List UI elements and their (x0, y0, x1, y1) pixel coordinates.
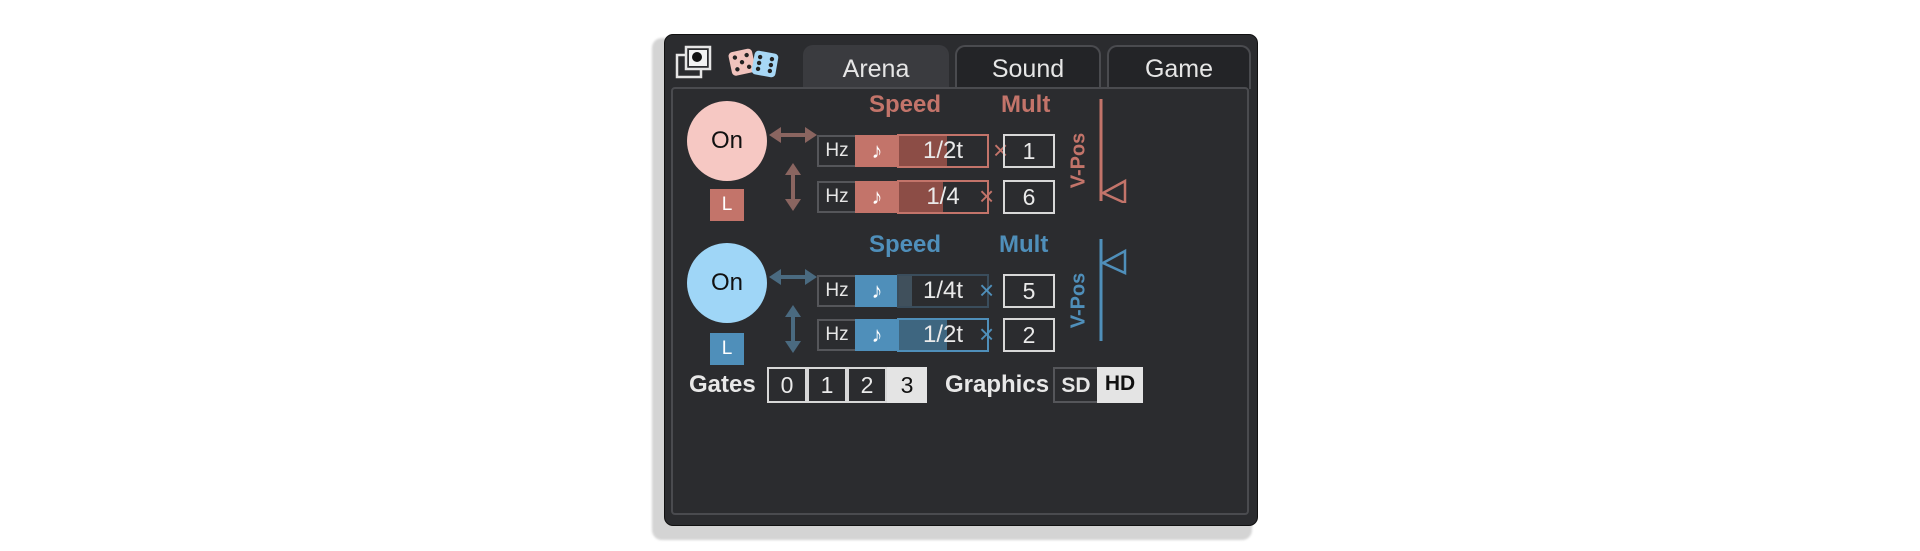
player2-vpos-slider[interactable] (1089, 237, 1129, 343)
player1-row1-rate-value: 1/2t (922, 137, 964, 164)
player1-row1-mult-field[interactable]: 1 (1003, 134, 1055, 168)
tab-bar: Arena Sound Game (665, 35, 1257, 91)
player1-vpos-slider[interactable] (1089, 97, 1129, 203)
player2-row2-hz-button[interactable]: Hz (817, 319, 857, 351)
player2-row1-rate-fill (899, 276, 913, 306)
player1-row2-times-icon: × (979, 181, 995, 211)
horizontal-arrow-icon (769, 269, 817, 285)
gate-0-button[interactable]: 0 (767, 367, 807, 403)
gates-label: Gates (689, 371, 756, 398)
horizontal-arrow-icon (769, 127, 817, 143)
player2-row2-rate-value: 1/2t (922, 321, 964, 348)
vertical-arrow-icon (785, 305, 801, 353)
tab-arena[interactable]: Arena (803, 45, 949, 89)
tab-game[interactable]: Game (1107, 45, 1251, 89)
gate-3-button[interactable]: 3 (887, 367, 927, 403)
tab-sound[interactable]: Sound (955, 45, 1101, 89)
player1-row2-mult-field[interactable]: 6 (1003, 180, 1055, 214)
player2-mult-header: Mult (999, 231, 1049, 258)
player2-row2-note-button[interactable]: ♪ (855, 319, 899, 351)
player1-row2-hz-button[interactable]: Hz (817, 181, 857, 213)
player1-row1-note-button[interactable]: ♪ (855, 135, 899, 167)
player2-row2-mult-field[interactable]: 2 (1003, 318, 1055, 352)
player1-vpos-label: V-Pos (1067, 132, 1090, 189)
player2-row2-rate[interactable]: 1/2t (897, 318, 989, 352)
gate-2-button[interactable]: 2 (847, 367, 887, 403)
graphics-label: Graphics (945, 371, 1050, 398)
player1-on-button[interactable]: On (687, 101, 767, 181)
player1-mult-header: Mult (1001, 91, 1051, 118)
player1-row1-hz-button[interactable]: Hz (817, 135, 857, 167)
player2-row1-hz-button[interactable]: Hz (817, 275, 857, 307)
player2-row1-times-icon: × (979, 275, 995, 305)
graphics-hd-button[interactable]: HD (1097, 367, 1143, 403)
gate-1-button[interactable]: 1 (807, 367, 847, 403)
window-overlap-icon[interactable] (675, 45, 713, 81)
player1-l-button[interactable]: L (710, 189, 744, 221)
player1-row2-note-button[interactable]: ♪ (855, 181, 899, 213)
vertical-arrow-icon (785, 163, 801, 211)
player2-speed-header: Speed (869, 231, 942, 258)
player1-row2-rate-value: 1/4 (926, 183, 960, 210)
player2-row2-times-icon: × (979, 319, 995, 349)
player2-on-button[interactable]: On (687, 243, 767, 323)
player2-l-button[interactable]: L (710, 333, 744, 365)
device-panel: Arena Sound Game On L Speed Mult Hz ♪ 1/… (664, 34, 1258, 526)
player2-row1-note-button[interactable]: ♪ (855, 275, 899, 307)
player2-row1-mult-field[interactable]: 5 (1003, 274, 1055, 308)
graphics-sd-button[interactable]: SD (1053, 367, 1099, 403)
arena-panel: On L Speed Mult Hz ♪ 1/2t × 1 Hz ♪ 1/4 ×… (671, 87, 1249, 515)
player2-row1-rate-value: 1/4t (922, 277, 964, 304)
dice-icon[interactable] (727, 45, 781, 79)
player1-speed-header: Speed (869, 91, 942, 118)
player2-row1-rate[interactable]: 1/4t (897, 274, 989, 308)
player1-row2-rate[interactable]: 1/4 (897, 180, 989, 214)
player1-row1-rate[interactable]: 1/2t (897, 134, 989, 168)
player2-vpos-label: V-Pos (1067, 272, 1090, 329)
